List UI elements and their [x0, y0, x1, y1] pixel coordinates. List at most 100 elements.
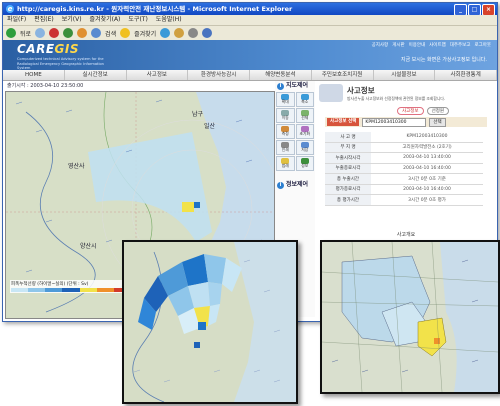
save-map-button[interactable]: 저장: [295, 140, 314, 155]
row-value: 2003-04-10 13:40:00: [371, 152, 483, 164]
search-label[interactable]: 검색: [105, 29, 116, 38]
legend-label: 범례: [281, 163, 289, 168]
legend-scale: [11, 288, 131, 292]
stop-icon[interactable]: [49, 28, 60, 38]
caregis-logo[interactable]: CAREGIS: [17, 42, 79, 56]
home-icon[interactable]: [77, 28, 88, 38]
table-row: 누출종료시각 2003-04-10 16:40:00: [325, 163, 483, 174]
row-value: 3시간 0분 0초 기준: [371, 173, 483, 185]
accident-info-desc: 방사선누출 사고정보와 선정정책에 관련된 정보를 조회합니다.: [347, 96, 446, 101]
refresh-icon[interactable]: [63, 28, 74, 38]
map-label-yeongsansa: 영산사: [68, 162, 85, 170]
menu-help[interactable]: 도움말(H): [156, 15, 182, 25]
search-icon[interactable]: [91, 28, 102, 38]
maximize-button[interactable]: □: [468, 4, 481, 15]
nav-monitoring[interactable]: 환경방사능감시: [188, 70, 250, 80]
row-value: 3시간 0분 0초 평가: [371, 194, 483, 206]
sector-inset-canvas: [124, 242, 296, 402]
site-header: CAREGIS Computerized technical Advisory …: [3, 40, 497, 70]
nav-marine[interactable]: 해양변동분석: [250, 70, 312, 80]
legend-title: 피폭누적선량 (하이얼~실의) (단위 : Sv): [11, 282, 89, 287]
row-key: 사 고 명: [325, 132, 371, 143]
nav-protection[interactable]: 주민보호조치지원: [312, 70, 374, 80]
hotspot-blue: [194, 202, 200, 208]
menu-file[interactable]: 파일(F): [7, 15, 26, 25]
back-label[interactable]: 뒤로: [20, 29, 31, 38]
info-control-header: i 정보제어: [275, 180, 315, 190]
table-row: 누출시작시각 2003-04-10 13:40:00: [325, 152, 483, 164]
reset-button[interactable]: 초기화: [295, 124, 314, 139]
zoom-inset-sector: [122, 240, 298, 404]
nav-statistics[interactable]: 사회환경통계: [435, 70, 497, 80]
accident-info-title: 사고정보: [347, 86, 375, 95]
info-control-icon: i: [277, 181, 284, 189]
pan-button[interactable]: 이동: [276, 108, 295, 123]
identify-button[interactable]: 정보: [295, 156, 314, 171]
ie-icon: e: [6, 5, 14, 13]
accident-select-button[interactable]: 선택: [429, 117, 446, 127]
back-icon[interactable]: [6, 28, 16, 38]
menu-bar: 파일(F) 편집(E) 보기(V) 즐겨찾기(A) 도구(T) 도움말(H): [3, 15, 497, 26]
logo-subtitle: Computerized technical Advisory system f…: [17, 57, 104, 70]
table-row: 평가종료시각 2003-04-10 16:40:00: [325, 184, 483, 195]
link-logout[interactable]: 로그아웃: [474, 42, 491, 48]
nav-accident[interactable]: 사고정보: [127, 70, 189, 80]
accident-info-tab[interactable]: 사고정보: [397, 107, 424, 115]
table-row: 부 지 명 고리원자력발전소 (2호기): [325, 142, 483, 153]
save-label: 저장: [301, 147, 309, 152]
measure-button[interactable]: 측정: [276, 124, 295, 139]
print-map-button[interactable]: 인쇄: [276, 140, 295, 155]
menu-view[interactable]: 보기(V): [62, 15, 82, 25]
forward-icon[interactable]: [35, 28, 46, 38]
accident-info-icon: [319, 84, 343, 102]
map-label-namgu: 남구: [192, 110, 204, 118]
print-icon[interactable]: [188, 28, 199, 38]
table-row: 사 고 명 KPM12003410300: [325, 132, 483, 143]
nav-facilities[interactable]: 시설물정보: [374, 70, 436, 80]
accident-overview-label: 사고개요: [396, 232, 416, 238]
edit-icon[interactable]: [202, 28, 213, 38]
row-key: 누출시작시각: [325, 152, 371, 164]
window-title: http://caregis.kins.re.kr - 원자력안전 재난정보시스…: [17, 5, 293, 13]
nav-realtime[interactable]: 실시간정보: [65, 70, 127, 80]
favorites-label[interactable]: 즐겨찾기: [134, 29, 156, 38]
link-sitemap[interactable]: 사이트맵: [429, 42, 446, 48]
row-key: 누출종료시각: [325, 163, 371, 174]
table-row: 총 누출시간 3시간 0분 0초 기준: [325, 173, 483, 185]
row-value: 2003-04-10 16:40:00: [371, 163, 483, 174]
accident-select-row: 사고정보 선택 KPM12003410300 선택: [325, 117, 487, 127]
accident-select-dropdown[interactable]: KPM12003410300: [362, 117, 427, 127]
zoom-out-button[interactable]: 축소: [295, 92, 314, 107]
row-value: 2003-04-10 16:40:00: [371, 184, 483, 195]
zoom-in-button[interactable]: 확대: [276, 92, 295, 107]
selector-tab[interactable]: 선정원: [426, 107, 449, 115]
full-extent-button[interactable]: 전체: [295, 108, 314, 123]
row-key: 총 누출시간: [325, 173, 371, 185]
menu-favorites[interactable]: 즐겨찾기(A): [90, 15, 121, 25]
link-guide[interactable]: 이용안내: [409, 42, 426, 48]
link-board[interactable]: 게시판: [392, 42, 404, 48]
row-key: 평가종료시각: [325, 184, 371, 195]
full-extent-label: 전체: [301, 115, 309, 120]
link-report[interactable]: 대주주보고: [450, 42, 471, 48]
info-control-title: 정보제어: [286, 181, 309, 188]
mail-icon[interactable]: [174, 28, 185, 38]
menu-tools[interactable]: 도구(T): [128, 15, 147, 25]
virtual-accident-notice: 지금 보시는 화면은 가상사고정보 입니다.: [400, 57, 487, 63]
reset-label: 초기화: [299, 131, 310, 136]
hotspot-yellow: [182, 202, 194, 212]
logo-main: CARE: [17, 42, 55, 56]
logo-accent: GIS: [54, 42, 79, 56]
nav-home[interactable]: HOME: [3, 70, 65, 80]
close-button[interactable]: ×: [482, 4, 495, 15]
favorites-icon[interactable]: [120, 28, 131, 38]
map-legend: 피폭누적선량 (하이얼~실의) (단위 : Sv): [10, 280, 132, 293]
link-notice[interactable]: 공지사항: [372, 42, 389, 48]
map-label-yangsan: 양산시: [80, 242, 97, 250]
map-timestamp: 출기시각 : 2003-04-10 23:50:00: [7, 83, 84, 89]
legend-button[interactable]: 범례: [276, 156, 295, 171]
media-icon[interactable]: [160, 28, 171, 38]
menu-edit[interactable]: 편집(E): [34, 15, 54, 25]
minimize-button[interactable]: _: [454, 4, 467, 15]
accident-select-label: 사고정보 선택: [327, 118, 360, 126]
